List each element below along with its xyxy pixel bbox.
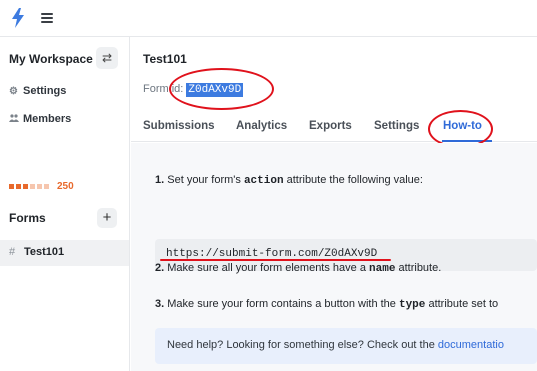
step-1: 1. Set your form's action attribute the … (155, 174, 423, 187)
step-3: 3. Make sure your form contains a button… (155, 298, 499, 311)
form-item-label: Test101 (24, 246, 65, 258)
forms-title: Forms (9, 211, 46, 225)
main-panel: Test101 Form id: Z0dAXv9D Submissions An… (131, 37, 537, 371)
hamburger-icon[interactable] (41, 13, 53, 23)
sidebar-item-settings[interactable]: ⚙ Settings (9, 85, 66, 97)
switch-arrows-icon[interactable]: ⇄ (96, 47, 118, 69)
plus-icon[interactable]: + (97, 208, 117, 228)
usage-meter: 250 (9, 178, 74, 192)
workspace-title: My Workspace (9, 52, 93, 66)
gear-icon: ⚙ (9, 86, 18, 97)
sidebar-item-label: Members (23, 113, 72, 125)
sidebar-item-label: Settings (23, 85, 67, 97)
usage-count: 250 (57, 181, 74, 193)
sidebar: My Workspace ⇄ ⚙ Settings Members 250 For… (0, 37, 130, 371)
annotation-circle-form-id (169, 68, 274, 110)
page-title: Test101 (143, 52, 187, 66)
annotation-underline-url (160, 259, 391, 261)
help-text: Need help? Looking for something else? C… (167, 339, 438, 351)
tab-exports[interactable]: Exports (309, 120, 352, 132)
tab-analytics[interactable]: Analytics (236, 120, 287, 132)
users-icon (9, 114, 19, 125)
sidebar-item-test101[interactable]: # Test101 (0, 240, 129, 266)
top-bar (0, 0, 537, 37)
help-callout: Need help? Looking for something else? C… (155, 328, 537, 364)
documentation-link[interactable]: documentatio (438, 339, 504, 351)
hash-icon: # (9, 246, 16, 258)
how-to-content: 1. Set your form's action attribute the … (131, 143, 537, 371)
step-2: 2. Make sure all your form elements have… (155, 262, 442, 275)
sidebar-item-members[interactable]: Members (9, 113, 71, 125)
bolt-icon[interactable] (11, 8, 25, 28)
tab-submissions[interactable]: Submissions (143, 120, 215, 132)
tab-settings[interactable]: Settings (374, 120, 419, 132)
